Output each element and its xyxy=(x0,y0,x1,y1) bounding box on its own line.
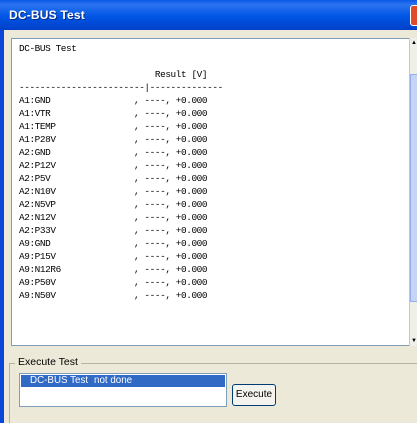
list-item[interactable]: DC-BUS Test not done xyxy=(21,375,225,387)
window-title: DC-BUS Test xyxy=(9,8,85,22)
scroll-down-arrow-icon[interactable]: ▼ xyxy=(410,336,417,346)
execute-test-group-label: Execute Test xyxy=(15,356,81,368)
close-icon[interactable] xyxy=(410,5,417,26)
scrollbar-thumb[interactable] xyxy=(410,74,417,302)
test-listbox[interactable]: DC-BUS Test not done xyxy=(19,373,227,407)
console-scrollbar[interactable]: ▲ ▼ xyxy=(409,38,417,346)
scroll-up-arrow-icon[interactable]: ▲ xyxy=(410,38,417,48)
window-frame-left xyxy=(0,30,4,423)
console-text: DC-BUS Test Result [V] -----------------… xyxy=(19,43,223,301)
title-bar: DC-BUS Test xyxy=(0,0,417,30)
test-name: DC-BUS Test xyxy=(30,375,89,386)
test-status: not done xyxy=(94,375,133,386)
execute-button[interactable]: Execute xyxy=(232,384,276,406)
result-console[interactable]: DC-BUS Test Result [V] -----------------… xyxy=(11,38,411,346)
